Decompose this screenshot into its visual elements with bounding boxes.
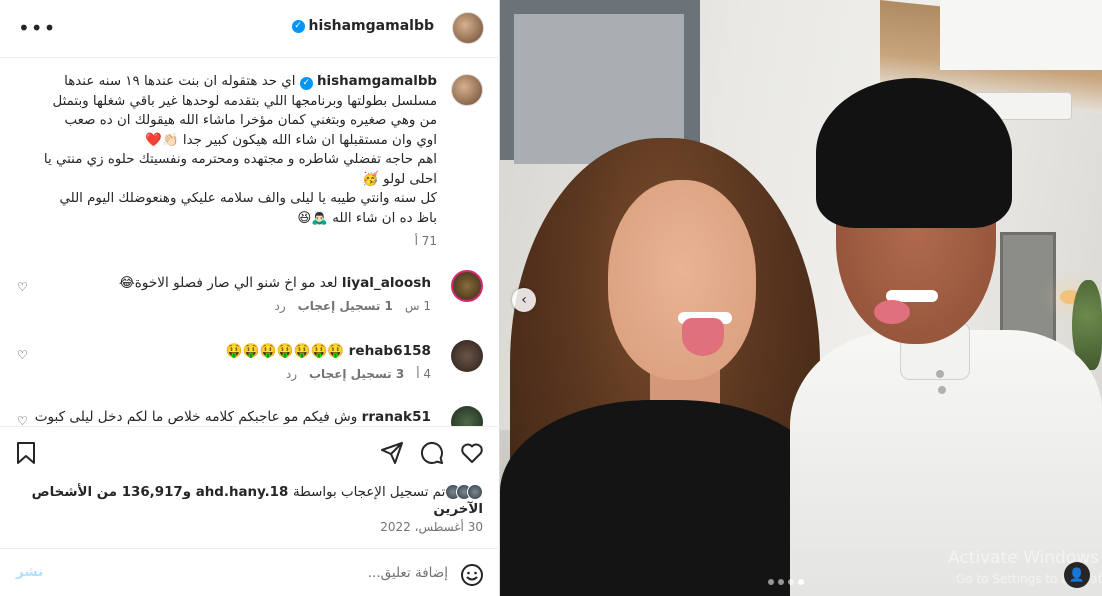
carousel-dots — [768, 579, 804, 585]
man-hair — [816, 78, 1012, 228]
caption-line: اي حد هتقوله ان بنت عندها ١٩ سنه عندها — [64, 74, 296, 89]
emoji-icon[interactable] — [460, 563, 484, 587]
comment-body: 🤑🤑🤑🤑🤑🤑🤑 — [225, 343, 345, 359]
reply-button[interactable]: رد — [286, 367, 297, 381]
caption-line: من وهي صغيره وبتغني كمان مؤخرا ماشاء الل… — [64, 113, 438, 128]
carousel-dot — [778, 579, 784, 585]
caption-username[interactable]: hishamgamalbb — [317, 74, 437, 89]
caption-line: احلى لولو 🥳 — [362, 171, 437, 187]
likes-user[interactable]: ahd.hany.18 — [196, 485, 289, 500]
header-username-text[interactable]: hishamgamalbb — [309, 18, 434, 34]
thobe-button — [936, 370, 944, 378]
caption: hishamgamalbb ✓ اي حد هتقوله ان بنت عنده… — [15, 72, 483, 248]
carousel-dot-active — [798, 579, 804, 585]
thobe-button — [938, 386, 946, 394]
comment-body: وش فيكم مو عاجبكم كلامه خلاص ما لكم دخل … — [34, 409, 358, 425]
comment-like-icon[interactable]: ♡ — [17, 414, 28, 426]
send-icon[interactable] — [380, 441, 404, 465]
liker-avatar — [467, 484, 483, 500]
caption-line: مسلسل بطولتها وبرنامجها اللي بتقدمه لوحد… — [52, 93, 438, 109]
caption-line: اوي وان مستقبلها ان شاء الله هيكون كبير … — [145, 132, 437, 148]
comment-avatar[interactable] — [451, 340, 483, 372]
comment-meta: 1 س 1 تسجيل إعجاب رد — [15, 299, 431, 313]
post-button[interactable]: نشر — [16, 564, 43, 580]
heart-icon[interactable] — [460, 441, 484, 465]
comment-icon[interactable] — [420, 441, 444, 465]
post-details-panel: ••• ✓ hishamgamalbb hishamgamalbb ✓ اي ح… — [0, 0, 500, 596]
comment-avatar[interactable] — [451, 270, 483, 302]
caption-time[interactable]: 71 أ — [15, 234, 437, 248]
woman-top — [500, 400, 830, 596]
comment-item: rranak51 وش فيكم مو عاجبكم كلامه خلاص ما… — [15, 404, 483, 426]
carousel-dot — [788, 579, 794, 585]
likes-lead-text: تم تسجيل الإعجاب بواسطة — [292, 485, 446, 500]
comment-text: rranak51 وش فيكم مو عاجبكم كلامه خلاص ما… — [15, 404, 431, 426]
comment-username[interactable]: liyal_aloosh — [342, 275, 431, 291]
caption-line: باظ ده ان شاء الله 🙇🏻‍♂️😆 — [297, 210, 437, 226]
post-photo[interactable]: Activate Windows Go to Settings to activ… — [500, 0, 1102, 596]
comment-item: liyal_aloosh لعد مو اخ شنو الي صار فصلو … — [15, 270, 483, 313]
woman-tongue — [682, 318, 724, 356]
comment-time[interactable]: 4 أ — [416, 367, 431, 381]
post-date[interactable]: 30 أغسطس، 2022 — [380, 520, 483, 534]
caption-avatar[interactable] — [451, 74, 483, 106]
window-frame — [500, 0, 700, 164]
caption-text: hishamgamalbb ✓ اي حد هتقوله ان بنت عنده… — [15, 72, 437, 228]
comment-text: liyal_aloosh لعد مو اخ شنو الي صار فصلو … — [15, 270, 431, 293]
add-comment-bar: نشر — [0, 548, 500, 596]
header-avatar[interactable] — [452, 12, 484, 44]
header-username[interactable]: ✓ hishamgamalbb — [291, 18, 434, 34]
comment-like-icon[interactable]: ♡ — [17, 348, 28, 362]
comment-username[interactable]: rranak51 — [362, 409, 431, 425]
comment-time[interactable]: 1 س — [405, 299, 431, 313]
comment-avatar[interactable] — [451, 406, 483, 426]
comment-text: rehab6158 🤑🤑🤑🤑🤑🤑🤑 — [15, 340, 431, 361]
comment-item: rehab6158 🤑🤑🤑🤑🤑🤑🤑 4 أ 3 تسجيل إعجاب رد ♡ — [15, 340, 483, 381]
caption-line: كل سنه وانتي طيبه يا ليلى والف سلامه علي… — [59, 191, 437, 206]
user-tag-icon[interactable]: 👤 — [1064, 562, 1090, 588]
woman-face — [608, 180, 756, 380]
comment-likes[interactable]: 3 تسجيل إعجاب — [309, 367, 404, 381]
caption-line: اهم حاجه تفضلي شاطره و مجتهده ومحترمه ون… — [43, 152, 437, 167]
comment-like-icon[interactable]: ♡ — [17, 280, 28, 294]
comment-body: لعد مو اخ شنو الي صار فصلو الاخوة😂 — [118, 275, 338, 291]
man-tongue — [874, 300, 910, 324]
verified-badge-icon: ✓ — [291, 19, 305, 33]
comment-meta: 4 أ 3 تسجيل إعجاب رد — [15, 367, 431, 381]
comment-username[interactable]: rehab6158 — [349, 343, 431, 359]
action-bar — [0, 426, 500, 478]
likes-summary[interactable]: تم تسجيل الإعجاب بواسطة ahd.hany.18 و136… — [13, 484, 483, 518]
post-header: ••• ✓ hishamgamalbb — [0, 0, 500, 58]
comment-likes[interactable]: 1 تسجيل إعجاب — [298, 299, 393, 313]
comment-input[interactable] — [88, 561, 448, 585]
bookmark-icon[interactable] — [16, 441, 36, 465]
skylight — [940, 0, 1102, 70]
carousel-dot — [768, 579, 774, 585]
chevron-left-icon[interactable]: ‹ — [512, 288, 536, 312]
verified-badge-icon: ✓ — [299, 77, 313, 91]
more-options-icon[interactable]: ••• — [18, 18, 56, 38]
reply-button[interactable]: رد — [275, 299, 286, 313]
